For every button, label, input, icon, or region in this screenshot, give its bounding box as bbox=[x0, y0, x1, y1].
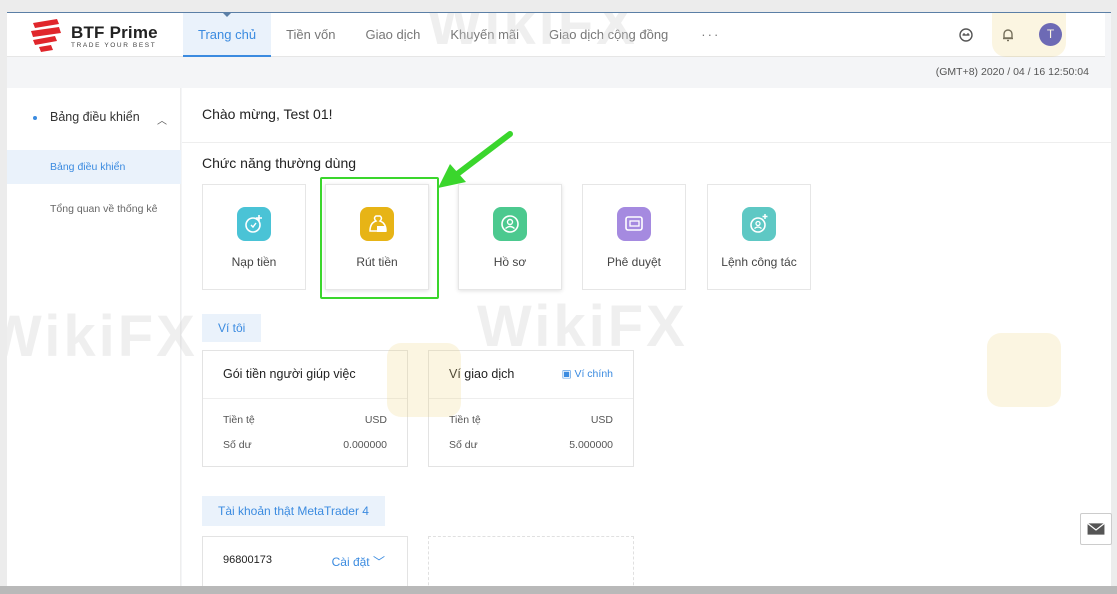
brand-logo[interactable]: BTF Prime TRADE YOUR BEST bbox=[29, 17, 169, 53]
nav-home[interactable]: Trang chủ bbox=[183, 13, 272, 57]
watermark-logo-icon bbox=[987, 333, 1061, 407]
bullet-icon bbox=[33, 116, 37, 120]
watermark-text: WikiFX bbox=[7, 304, 198, 369]
watermark-text: WikiFX bbox=[477, 294, 688, 359]
balance-label: Số dư bbox=[223, 439, 252, 451]
sidebar-item-dashboard[interactable]: Bảng điều khiển bbox=[7, 150, 181, 184]
tile-label: Lệnh công tác bbox=[721, 255, 797, 269]
sidebar-group-dashboard[interactable]: Bảng điều khiển ︿ bbox=[7, 88, 181, 150]
currency-value: USD bbox=[590, 414, 613, 426]
tab-my-wallet[interactable]: Ví tôi bbox=[202, 314, 262, 342]
card-title: Gói tiền người giúp việc bbox=[223, 367, 356, 381]
btf-logo-icon bbox=[31, 19, 61, 52]
welcome-message: Chào mừng, Test 01! bbox=[202, 106, 333, 122]
nav-funds[interactable]: Tiền vốn bbox=[271, 13, 350, 57]
sidebar-group-label: Bảng điều khiển bbox=[50, 110, 140, 124]
chevron-down-icon: ﹀ bbox=[372, 555, 385, 569]
support-icon[interactable] bbox=[957, 26, 975, 44]
bottom-scrollbar[interactable] bbox=[0, 586, 1117, 594]
watermark-logo-icon bbox=[992, 13, 1066, 57]
tile-deposit[interactable]: Nạp tiền bbox=[202, 184, 306, 290]
nav-trading[interactable]: Giao dịch bbox=[350, 13, 435, 57]
add-user-icon bbox=[742, 207, 776, 241]
nav-more[interactable]: ··· bbox=[683, 13, 738, 57]
currency-label: Tiền tệ bbox=[223, 414, 255, 426]
app-shell: BTF Prime TRADE YOUR BEST Trang chủ Tiền… bbox=[7, 12, 1111, 590]
profile-icon bbox=[493, 207, 527, 241]
currency-row: Tiền tệ USD bbox=[449, 414, 613, 426]
wallet-small-icon: ▣ bbox=[561, 368, 575, 380]
watermark-text: WikiFX bbox=[427, 12, 638, 57]
tile-work-order[interactable]: Lệnh công tác bbox=[707, 184, 811, 290]
currency-value: USD bbox=[364, 414, 387, 426]
server-time: (GMT+8) 2020 / 04 / 16 12:50:04 bbox=[935, 66, 1089, 78]
sidebar-item-statistics[interactable]: Tổng quan về thống kê bbox=[7, 192, 181, 226]
deposit-icon bbox=[237, 207, 271, 241]
mt4-account-card: 96800173 Cài đặt ﹀ bbox=[202, 536, 408, 590]
brand-name: BTF Prime bbox=[71, 23, 158, 42]
balance-value: 5.000000 bbox=[569, 439, 613, 451]
tab-mt4-accounts[interactable]: Tài khoản thật MetaTrader 4 bbox=[202, 496, 385, 526]
empty-account-slot bbox=[428, 536, 634, 590]
divider bbox=[182, 142, 1111, 143]
balance-row: Số dư 0.000000 bbox=[223, 439, 387, 451]
currency-row: Tiền tệ USD bbox=[223, 414, 387, 426]
section-title: Chức năng thường dùng bbox=[202, 155, 357, 171]
watermark-logo-icon bbox=[387, 343, 461, 417]
tile-label: Phê duyệt bbox=[606, 255, 662, 269]
tile-approval[interactable]: Phê duyệt bbox=[582, 184, 686, 290]
tile-profile[interactable]: Hồ sơ bbox=[458, 184, 562, 290]
mail-icon[interactable] bbox=[1080, 513, 1112, 545]
balance-value: 0.000000 bbox=[343, 439, 387, 451]
arrow-annotation-icon bbox=[438, 131, 513, 188]
tile-label: Hồ sơ bbox=[493, 255, 527, 269]
brand-tagline: TRADE YOUR BEST bbox=[71, 42, 157, 49]
tile-label: Nạp tiền bbox=[231, 255, 277, 269]
balance-label: Số dư bbox=[449, 439, 478, 451]
currency-label: Tiền tệ bbox=[449, 414, 481, 426]
chevron-up-icon: ︿ bbox=[157, 116, 167, 127]
account-number: 96800173 bbox=[223, 554, 272, 566]
wallet-card-helper: Gói tiền người giúp việc Tiền tệ USD Số … bbox=[202, 350, 408, 467]
wallet-icon bbox=[617, 207, 651, 241]
card-header: Gói tiền người giúp việc bbox=[203, 351, 407, 399]
account-settings-dropdown[interactable]: Cài đặt ﹀ bbox=[332, 553, 385, 570]
balance-row: Số dư 5.000000 bbox=[449, 439, 613, 451]
main-wallet-link[interactable]: ▣ Ví chính bbox=[562, 368, 613, 380]
